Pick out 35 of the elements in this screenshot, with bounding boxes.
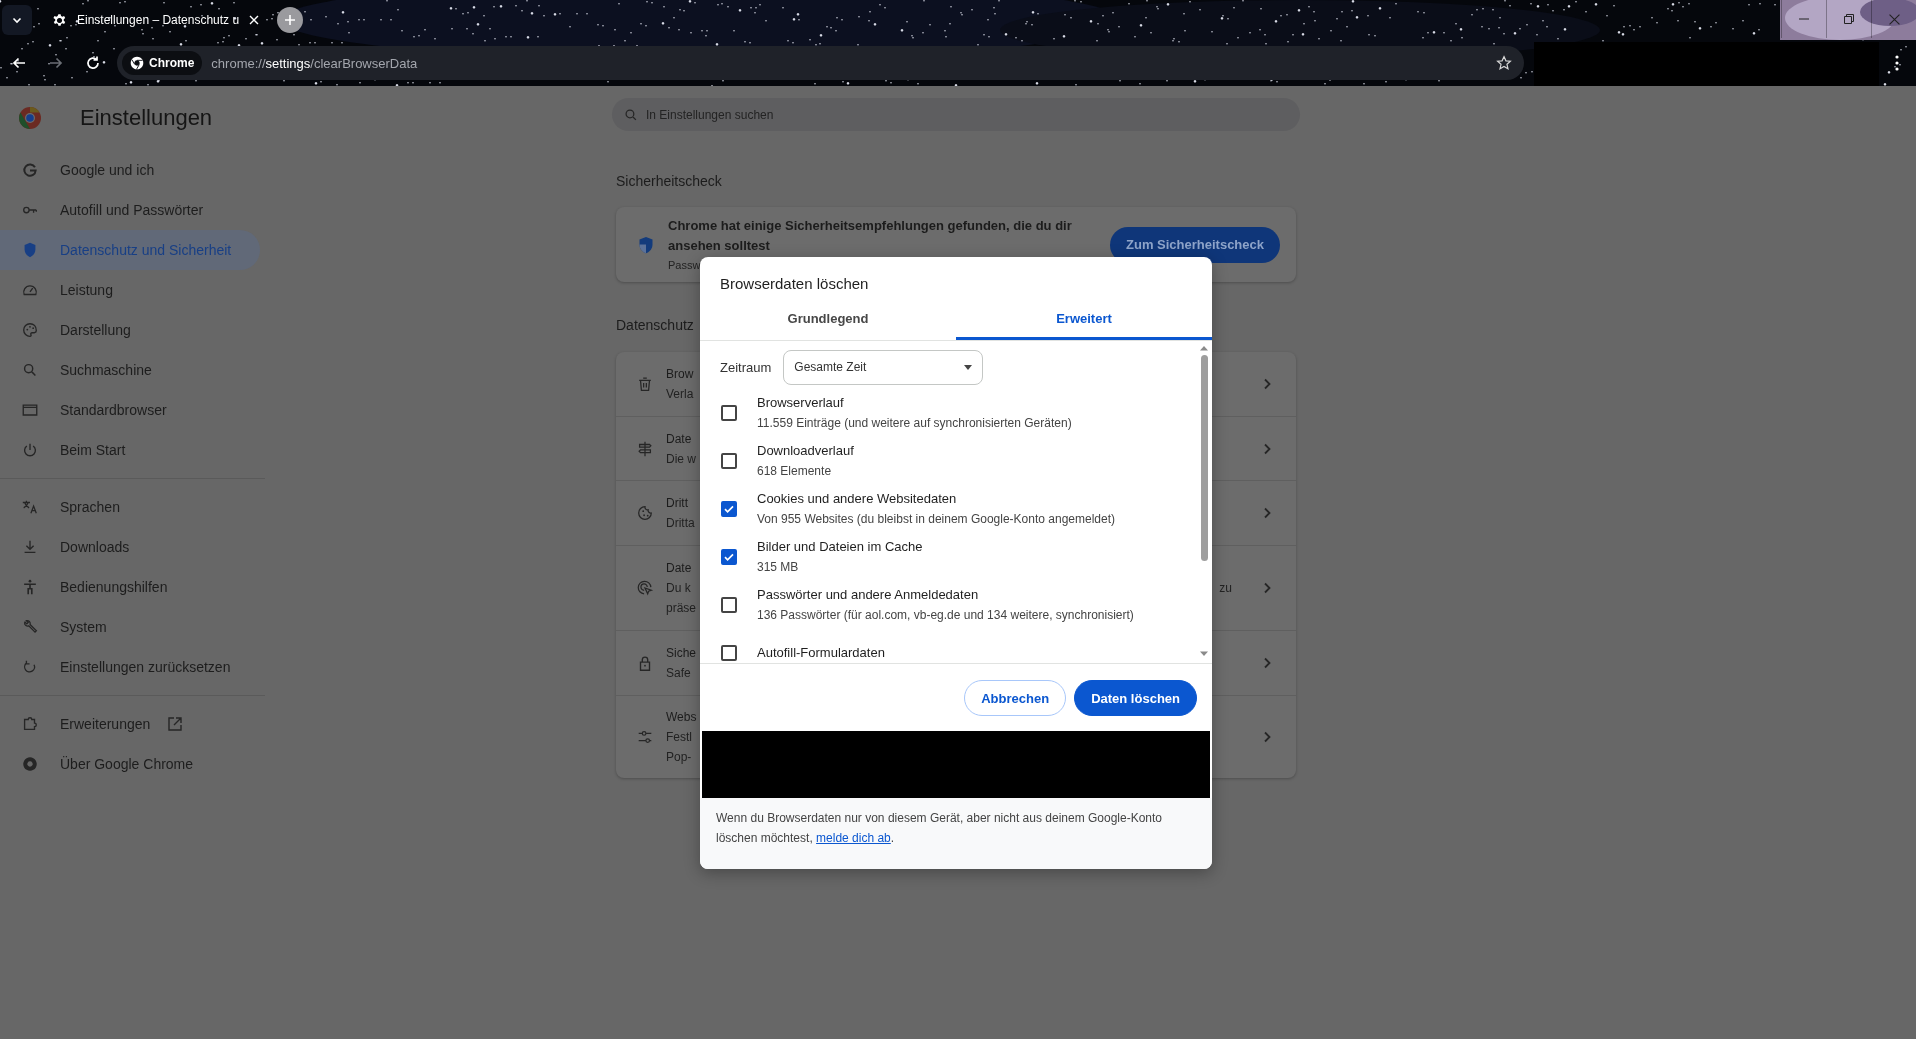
row-description: präse: [666, 600, 697, 617]
option-label: Downloadverlauf: [757, 442, 854, 460]
time-range-label: Zeitraum: [720, 359, 772, 375]
row-title: Dritt: [666, 495, 688, 512]
tab-title: Einstellungen – Datenschutz u: [77, 13, 240, 27]
option-detail: 618 Elemente: [757, 463, 833, 480]
option-label: Passwörter und andere Anmeldedaten: [757, 586, 980, 604]
page-title: Einstellungen: [80, 105, 213, 131]
option-label: Cookies und andere Websitedaten: [757, 490, 958, 508]
row-description: zu: [1219, 580, 1232, 597]
option-label: Autofill-Formulardaten: [757, 644, 885, 662]
option-label: Bilder und Dateien im Cache: [757, 538, 923, 556]
dialog-title: Browserdaten löschen: [719, 274, 870, 293]
safety-message: Chrome hat einige Sicherheitsempfehlungen gefunden, die du dir ansehen solltest: [668, 216, 1073, 255]
row-title: Date: [666, 560, 692, 577]
option-detail: 315 MB: [757, 559, 800, 576]
row-description: Verla: [666, 386, 694, 403]
option-detail: 136 Passwörter (für aol.com, vb-eg.de und 134 weitere, synchronisiert): [757, 607, 1134, 624]
row-title: Date: [666, 430, 692, 448]
row-description: Pop-: [666, 749, 692, 766]
row-description: Dritta: [666, 515, 695, 532]
sign-out-note: Wenn du Browserdaten nur von diesem Gerät, aber nicht aus deinem Google-Konto löschen möchtest, melde dich ab.: [716, 810, 1164, 847]
section-heading: Sicherheitscheck: [616, 172, 722, 191]
row-title: Webs: [666, 709, 697, 726]
option-detail: Von 955 Websites (du bleibst in deinem Google-Konto angemeldet): [757, 511, 1115, 528]
row-description: Festl: [666, 729, 692, 746]
option-label: Browserverlauf: [757, 394, 845, 412]
row-description: Safe: [666, 665, 691, 682]
section-heading: Datenschutz: [616, 316, 694, 335]
row-description: Du k: [666, 580, 691, 597]
url-text: chrome://settings/clearBrowserData: [211, 55, 419, 71]
row-description: Die w: [666, 450, 696, 468]
option-detail: 11.559 Einträge (und weitere auf synchronisierten Geräten): [757, 415, 1072, 432]
row-title: Siche: [666, 645, 697, 662]
row-title: Brow: [666, 366, 694, 383]
